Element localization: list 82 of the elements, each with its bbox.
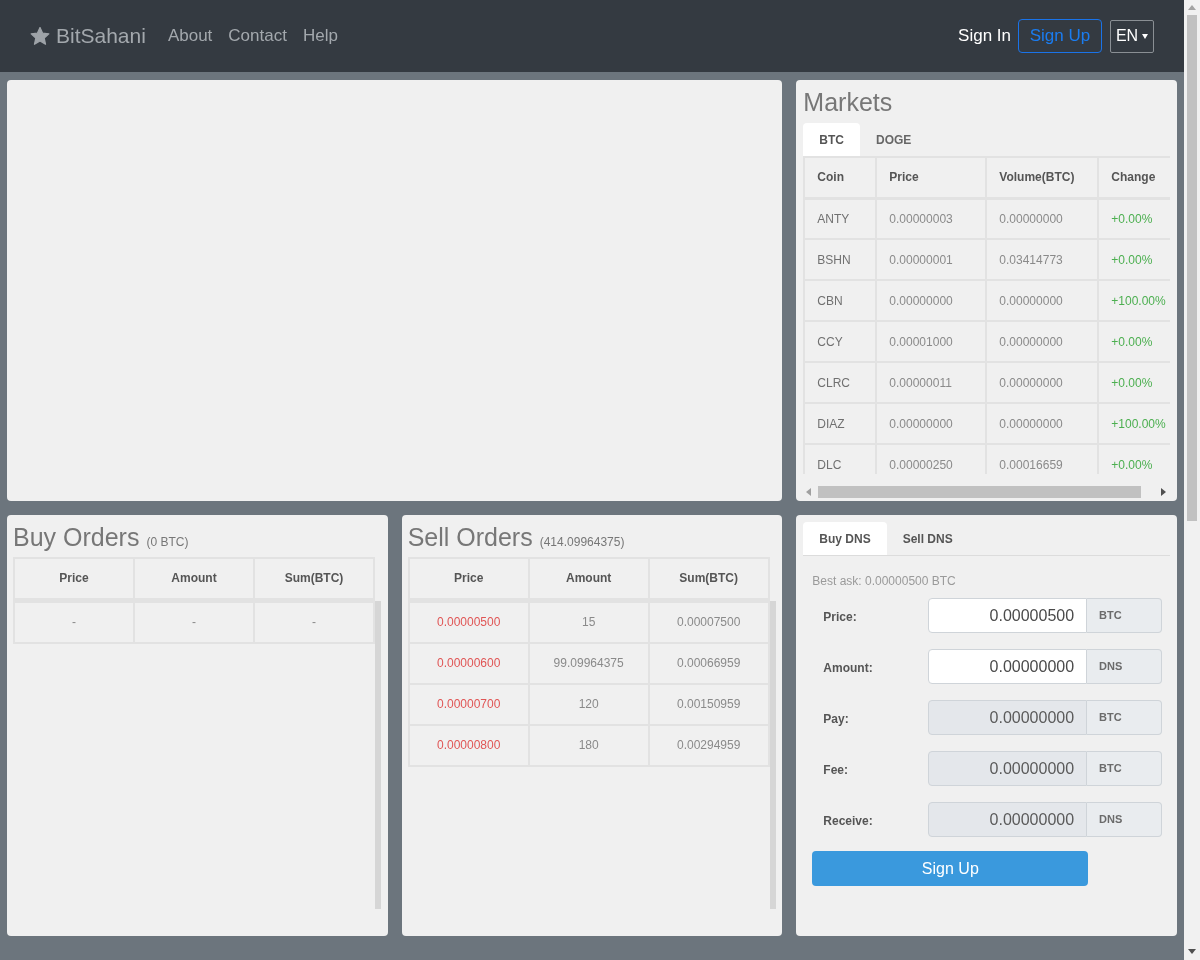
tab[interactable]: Sell DNS <box>886 522 969 555</box>
column-header: Sum(BTC) <box>254 558 374 599</box>
table-cell: 0.00000000 <box>876 403 987 444</box>
table-cell: 0.00000800 <box>408 724 529 766</box>
table-cell: 120 <box>528 683 649 725</box>
vertical-scrollbar[interactable] <box>375 600 381 909</box>
field-label: Amount: <box>823 660 873 675</box>
order-total: (0 BTC) <box>146 534 189 551</box>
page-scrollbar[interactable] <box>1184 0 1200 960</box>
table-cell: - <box>134 601 254 643</box>
table-cell: - <box>14 601 134 643</box>
table-cell: CCY <box>804 321 877 362</box>
table-cell: DIAZ <box>804 403 877 444</box>
table-cell: 0.00000500 <box>408 601 529 643</box>
nav-link[interactable]: Help <box>302 23 338 49</box>
column-header: Coin <box>804 157 877 198</box>
table-cell: - <box>254 601 374 643</box>
unit-label: BTC <box>1099 710 1122 726</box>
column-header: Amount <box>528 558 649 599</box>
panel-title: Markets <box>803 88 893 116</box>
table-cell: 0.00066959 <box>648 642 769 684</box>
table-cell: CLRC <box>804 362 877 403</box>
table-cell: 0.00000000 <box>986 198 1099 239</box>
scroll-right-icon[interactable] <box>1161 488 1167 496</box>
unit-label: DNS <box>1099 812 1123 828</box>
table-cell: 0.00000000 <box>986 280 1099 321</box>
tab[interactable]: Buy DNS <box>803 522 887 555</box>
brand-name[interactable]: BitSahani <box>56 20 146 52</box>
panel-title: Buy Orders <box>13 522 140 552</box>
field-label: Price: <box>823 609 857 624</box>
table-cell: 180 <box>528 724 649 766</box>
language-dropdown[interactable]: EN <box>1110 19 1154 53</box>
table-cell: 99.09964375 <box>528 642 649 684</box>
sign-in-link[interactable]: Sign In <box>958 23 1011 49</box>
column-header: Sum(BTC) <box>648 558 769 599</box>
table-cell: 0.00150959 <box>648 683 769 725</box>
star-icon <box>30 26 50 46</box>
table-cell: 0.00294959 <box>648 724 769 766</box>
input-field[interactable]: 0.00000500 <box>928 598 1088 633</box>
column-header: Amount <box>134 558 254 599</box>
column-header: Price <box>876 157 987 198</box>
table-cell: 0.00000000 <box>876 280 987 321</box>
field-label: Fee: <box>823 762 848 777</box>
table-cell: 0.00000000 <box>986 321 1099 362</box>
nav-link[interactable]: Contact <box>228 23 287 49</box>
scrollbar-thumb[interactable] <box>818 486 1142 498</box>
scrollbar-thumb[interactable] <box>1187 15 1197 521</box>
sign-up-button[interactable]: Sign Up <box>812 851 1089 886</box>
caret-icon[interactable] <box>1142 33 1149 39</box>
vertical-scrollbar[interactable] <box>769 600 776 909</box>
order-total: (414.09964375) <box>539 534 625 551</box>
field-label: Pay: <box>823 711 849 726</box>
table-cell: 0.00000700 <box>408 683 529 725</box>
scroll-up-icon[interactable] <box>1188 5 1196 10</box>
table-cell: BSHN <box>804 239 877 280</box>
unit-label: DNS <box>1099 659 1123 675</box>
panel-title: Sell Orders <box>407 522 533 552</box>
tab[interactable]: BTC <box>803 123 860 156</box>
table-cell: 0.00000000 <box>986 403 1099 444</box>
table-cell: 0.03414773 <box>986 239 1099 280</box>
table-cell: 0.00000000 <box>986 362 1099 403</box>
scroll-down-icon[interactable] <box>1188 949 1196 954</box>
best-ask-text: Best ask: 0.00000500 BTC <box>812 574 956 588</box>
table-cell: 0.00000001 <box>876 239 987 280</box>
table-cell: 0.00001000 <box>876 321 987 362</box>
column-header: Price <box>14 558 134 599</box>
unit-label: BTC <box>1099 608 1122 624</box>
nav-link[interactable]: About <box>167 23 213 49</box>
unit-label: BTC <box>1099 761 1122 777</box>
table-cell: 0.00000003 <box>876 198 987 239</box>
table-cell: 15 <box>528 601 649 643</box>
table-cell: 0.00000011 <box>876 362 987 403</box>
table-cell: 0.00000600 <box>408 642 529 684</box>
tab[interactable]: DOGE <box>860 123 928 156</box>
scroll-left-icon[interactable] <box>806 488 812 496</box>
input-field[interactable]: 0.00000000 <box>928 649 1088 684</box>
column-header: Price <box>408 558 529 599</box>
table-cell: 0.00007500 <box>648 601 769 643</box>
table-cell: ANTY <box>804 198 877 239</box>
column-header: Volume(BTC) <box>986 157 1099 198</box>
field-label: Receive: <box>823 813 873 828</box>
table-cell: CBN <box>804 280 877 321</box>
